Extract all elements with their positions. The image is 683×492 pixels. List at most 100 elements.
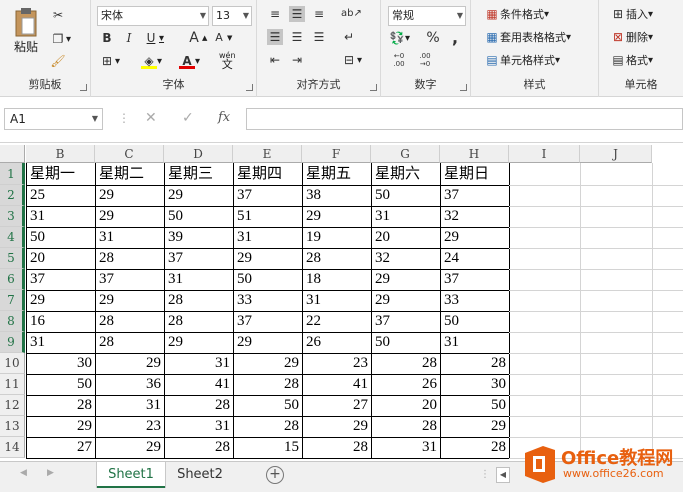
decrease-font-button[interactable]: A ▼ <box>211 30 232 46</box>
cell-c2[interactable]: 29 <box>96 185 164 206</box>
border-button[interactable]: ⊞ ▾ <box>99 53 120 69</box>
cell-e14[interactable]: 15 <box>234 437 302 458</box>
cell-f14[interactable]: 28 <box>303 437 371 458</box>
cell-d12[interactable]: 28 <box>165 395 233 416</box>
cell-b10[interactable]: 30 <box>27 353 95 374</box>
cell-e8[interactable]: 37 <box>234 311 302 332</box>
cell-e4[interactable]: 31 <box>234 227 302 248</box>
cell-c6[interactable]: 37 <box>96 269 164 290</box>
cell-d10[interactable]: 31 <box>165 353 233 374</box>
cell-h13[interactable]: 29 <box>441 416 509 437</box>
cell-h2[interactable]: 37 <box>441 185 509 206</box>
format-as-table-button[interactable]: ▦ 套用表格格式 ▾ <box>484 29 571 45</box>
paste-button[interactable]: 粘贴 <box>6 6 46 55</box>
cell-g5[interactable]: 32 <box>372 248 440 269</box>
merge-center-button[interactable]: ⊟ ▾ <box>341 52 362 68</box>
cell-h3[interactable]: 32 <box>441 206 509 227</box>
wrap-text-button[interactable]: ↵ <box>341 29 357 45</box>
cell-h10[interactable]: 28 <box>441 353 509 374</box>
fill-color-button[interactable]: ◈ ▾ <box>141 53 162 69</box>
cell-g3[interactable]: 31 <box>372 206 440 227</box>
underline-button[interactable]: U ▾ <box>143 30 164 46</box>
decrease-indent-button[interactable]: ⇤ <box>267 52 283 68</box>
alignment-launcher-icon[interactable] <box>370 84 377 91</box>
cell-d3[interactable]: 50 <box>165 206 233 227</box>
cell-b8[interactable]: 16 <box>27 311 95 332</box>
cell-f4[interactable]: 19 <box>303 227 371 248</box>
cell-g8[interactable]: 37 <box>372 311 440 332</box>
scroll-right-icon[interactable]: ▶ <box>47 468 54 478</box>
cancel-icon[interactable]: ✕ <box>145 110 157 126</box>
cell-e5[interactable]: 29 <box>234 248 302 269</box>
cell-c1[interactable]: 星期二 <box>96 163 164 185</box>
cell-e9[interactable]: 29 <box>234 332 302 353</box>
hscroll-left-icon[interactable]: ◀ <box>496 467 510 483</box>
cell-c10[interactable]: 29 <box>96 353 164 374</box>
cell-h5[interactable]: 24 <box>441 248 509 269</box>
cell-h8[interactable]: 50 <box>441 311 509 332</box>
scroll-left-icon[interactable]: ◀ <box>20 468 27 478</box>
align-top-button[interactable]: ≡ <box>267 6 283 22</box>
cell-d1[interactable]: 星期三 <box>165 163 233 185</box>
align-middle-button[interactable]: ☰ <box>289 6 305 22</box>
cell-c9[interactable]: 28 <box>96 332 164 353</box>
cell-d8[interactable]: 28 <box>165 311 233 332</box>
cell-c4[interactable]: 31 <box>96 227 164 248</box>
accounting-button[interactable]: 💱 ▾ <box>389 30 411 46</box>
cell-d4[interactable]: 39 <box>165 227 233 248</box>
cell-c8[interactable]: 28 <box>96 311 164 332</box>
cell-g9[interactable]: 50 <box>372 332 440 353</box>
name-box[interactable]: A1 ▼ <box>4 108 103 130</box>
cell-f5[interactable]: 28 <box>303 248 371 269</box>
number-format-combo[interactable]: 常规 ▼ <box>388 6 466 26</box>
cell-g2[interactable]: 50 <box>372 185 440 206</box>
percent-button[interactable]: % <box>425 30 441 46</box>
comma-button[interactable]: , <box>447 30 463 46</box>
align-right-button[interactable]: ☰ <box>311 29 327 45</box>
cell-d6[interactable]: 31 <box>165 269 233 290</box>
cell-e3[interactable]: 51 <box>234 206 302 227</box>
cell-d13[interactable]: 31 <box>165 416 233 437</box>
cut-button[interactable]: ✂ <box>50 7 66 23</box>
cell-b1[interactable]: 星期一 <box>27 163 95 185</box>
cell-e1[interactable]: 星期四 <box>234 163 302 185</box>
font-color-button[interactable]: A ▾ <box>179 53 200 69</box>
cell-f9[interactable]: 26 <box>303 332 371 353</box>
cell-h14[interactable]: 28 <box>441 437 509 458</box>
cell-c12[interactable]: 31 <box>96 395 164 416</box>
cell-d7[interactable]: 28 <box>165 290 233 311</box>
cell-g13[interactable]: 28 <box>372 416 440 437</box>
cell-f2[interactable]: 38 <box>303 185 371 206</box>
cell-styles-button[interactable]: ▤ 单元格样式 ▾ <box>484 52 560 68</box>
cell-c13[interactable]: 23 <box>96 416 164 437</box>
cell-b11[interactable]: 50 <box>27 374 95 395</box>
cell-b2[interactable]: 25 <box>27 185 95 206</box>
cell-f12[interactable]: 27 <box>303 395 371 416</box>
tab-sheet2[interactable]: Sheet2 <box>166 462 234 488</box>
font-name-combo[interactable]: 宋体 ▼ <box>97 6 209 26</box>
cell-g11[interactable]: 26 <box>372 374 440 395</box>
cell-e2[interactable]: 37 <box>234 185 302 206</box>
cell-e6[interactable]: 50 <box>234 269 302 290</box>
cell-e7[interactable]: 33 <box>234 290 302 311</box>
cell-b6[interactable]: 37 <box>27 269 95 290</box>
enter-icon[interactable]: ✓ <box>182 110 194 126</box>
cell-h9[interactable]: 31 <box>441 332 509 353</box>
font-size-combo[interactable]: 13 ▼ <box>212 6 252 26</box>
cell-c3[interactable]: 29 <box>96 206 164 227</box>
cell-e13[interactable]: 28 <box>234 416 302 437</box>
cell-b5[interactable]: 20 <box>27 248 95 269</box>
cell-b4[interactable]: 50 <box>27 227 95 248</box>
number-launcher-icon[interactable] <box>460 84 467 91</box>
cell-d2[interactable]: 29 <box>165 185 233 206</box>
tab-options-icon[interactable]: ⋮ <box>480 469 490 480</box>
cell-d11[interactable]: 41 <box>165 374 233 395</box>
increase-indent-button[interactable]: ⇥ <box>289 52 305 68</box>
clipboard-launcher-icon[interactable] <box>80 84 87 91</box>
cell-h6[interactable]: 37 <box>441 269 509 290</box>
font-launcher-icon[interactable] <box>246 84 253 91</box>
delete-button[interactable]: ⊠ 删除 ▾ <box>610 29 653 45</box>
cell-c14[interactable]: 29 <box>96 437 164 458</box>
cell-g6[interactable]: 29 <box>372 269 440 290</box>
insert-function-icon[interactable]: fx <box>218 110 230 125</box>
